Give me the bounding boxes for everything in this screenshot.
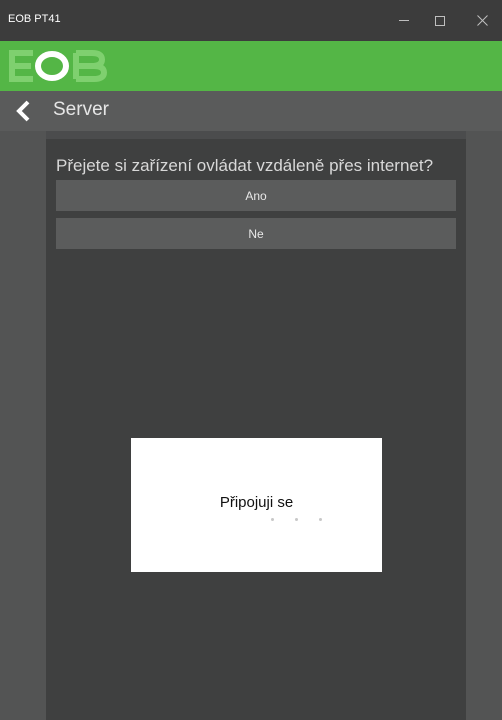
left-margin (0, 131, 46, 720)
close-button[interactable] (462, 0, 502, 41)
back-button[interactable] (0, 91, 48, 131)
window-titlebar: EOB PT41 (0, 0, 502, 41)
loading-dot (271, 518, 274, 521)
window-title: EOB PT41 (8, 13, 61, 25)
loading-dot (319, 518, 322, 521)
yes-button[interactable]: Ano (56, 180, 456, 211)
maximize-icon (435, 15, 445, 26)
remote-control-question: Přejete si zařízení ovládat vzdáleně pře… (56, 156, 434, 175)
close-icon (476, 15, 488, 26)
eob-logo (9, 50, 108, 82)
right-margin (466, 131, 502, 720)
page-title: Server (53, 99, 109, 120)
chevron-left-icon (16, 100, 30, 122)
no-button[interactable]: Ne (56, 218, 456, 249)
connecting-text: Připojuji se (219, 494, 294, 511)
connecting-dialog: Připojuji se (131, 438, 382, 572)
minimize-button[interactable] (384, 0, 424, 41)
loading-dot (295, 518, 298, 521)
navigation-bar: Server (0, 91, 502, 131)
main-content: Přejete si zařízení ovládat vzdáleně pře… (46, 139, 466, 720)
brand-header (0, 41, 502, 91)
maximize-button[interactable] (420, 0, 460, 41)
minimize-icon (399, 20, 409, 21)
